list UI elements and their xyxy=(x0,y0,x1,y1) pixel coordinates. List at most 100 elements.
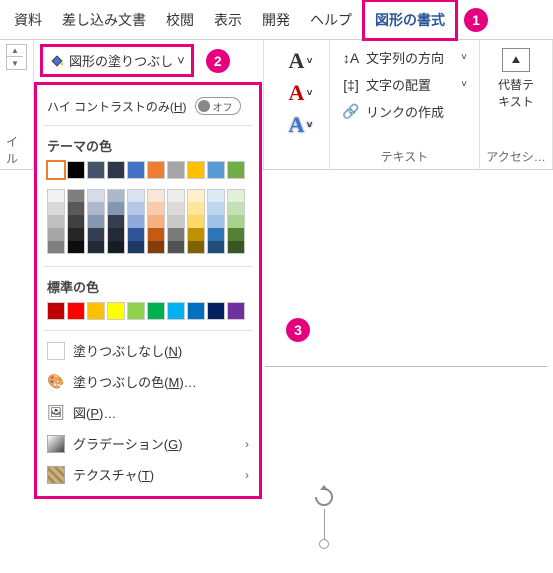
tab-developer[interactable]: 開発 xyxy=(252,2,300,38)
tab-view[interactable]: 表示 xyxy=(204,2,252,38)
color-swatch[interactable] xyxy=(127,302,145,320)
color-swatch[interactable] xyxy=(187,161,205,179)
color-swatch[interactable] xyxy=(227,241,245,254)
tab-references[interactable]: 資料 xyxy=(4,2,52,38)
color-swatch[interactable] xyxy=(127,228,145,241)
color-swatch[interactable] xyxy=(87,241,105,254)
picture-fill-item[interactable]: 🖼 図(P)… xyxy=(37,397,259,428)
color-swatch[interactable] xyxy=(67,202,85,215)
color-swatch[interactable] xyxy=(207,202,225,215)
color-swatch[interactable] xyxy=(187,215,205,228)
color-swatch[interactable] xyxy=(147,302,165,320)
color-swatch[interactable] xyxy=(167,302,185,320)
color-swatch[interactable] xyxy=(67,189,85,202)
color-swatch[interactable] xyxy=(207,161,225,179)
text-align-button[interactable]: [‡] 文字の配置 ˅ xyxy=(336,71,473,98)
wordart-a-effects-icon[interactable]: A˅ xyxy=(289,112,305,138)
color-swatch[interactable] xyxy=(147,215,165,228)
color-swatch[interactable] xyxy=(127,202,145,215)
color-swatch[interactable] xyxy=(127,241,145,254)
color-swatch[interactable] xyxy=(147,228,165,241)
color-swatch[interactable] xyxy=(207,189,225,202)
high-contrast-toggle[interactable]: オフ xyxy=(195,97,241,115)
color-swatch[interactable] xyxy=(47,215,65,228)
color-swatch[interactable] xyxy=(47,241,65,254)
color-swatch[interactable] xyxy=(167,202,185,215)
tab-help[interactable]: ヘルプ xyxy=(300,2,362,38)
shape-rotation-handle[interactable] xyxy=(312,485,336,549)
more-fill-colors-item[interactable]: 🎨 塗りつぶしの色(M)… xyxy=(37,366,259,397)
tab-shape-format[interactable]: 図形の書式 xyxy=(362,0,458,41)
color-swatch[interactable] xyxy=(87,202,105,215)
spinner[interactable]: ▲ ▼ xyxy=(6,44,27,70)
color-swatch[interactable] xyxy=(147,202,165,215)
color-swatch[interactable] xyxy=(47,302,65,320)
color-swatch[interactable] xyxy=(67,161,85,179)
wordart-a-outline-icon[interactable]: A˅ xyxy=(289,48,305,74)
color-swatch[interactable] xyxy=(67,228,85,241)
color-swatch[interactable] xyxy=(187,228,205,241)
color-swatch[interactable] xyxy=(227,302,245,320)
color-swatch[interactable] xyxy=(167,228,185,241)
color-swatch[interactable] xyxy=(107,228,125,241)
color-swatch[interactable] xyxy=(207,302,225,320)
color-swatch[interactable] xyxy=(227,202,245,215)
color-swatch[interactable] xyxy=(227,228,245,241)
alt-text-icon[interactable]: ⛰ xyxy=(502,48,530,72)
picture-icon: 🖼 xyxy=(47,404,65,422)
color-swatch[interactable] xyxy=(167,241,185,254)
color-swatch[interactable] xyxy=(87,302,105,320)
color-swatch[interactable] xyxy=(47,228,65,241)
color-swatch[interactable] xyxy=(107,161,125,179)
color-swatch[interactable] xyxy=(207,215,225,228)
color-swatch[interactable] xyxy=(47,202,65,215)
color-swatch[interactable] xyxy=(227,215,245,228)
wordart-a-fill-icon[interactable]: A˅ xyxy=(289,80,305,106)
color-swatch[interactable] xyxy=(67,215,85,228)
color-swatch[interactable] xyxy=(107,241,125,254)
color-swatch[interactable] xyxy=(187,202,205,215)
color-swatch[interactable] xyxy=(47,161,65,179)
color-swatch[interactable] xyxy=(187,241,205,254)
spinner-down-icon[interactable]: ▼ xyxy=(7,57,23,69)
color-swatch[interactable] xyxy=(87,215,105,228)
theme-color-grid xyxy=(37,185,259,262)
color-swatch[interactable] xyxy=(87,228,105,241)
color-swatch[interactable] xyxy=(167,215,185,228)
color-swatch[interactable] xyxy=(107,215,125,228)
color-swatch[interactable] xyxy=(167,161,185,179)
text-direction-button[interactable]: ↕A 文字列の方向 ˅ xyxy=(336,44,473,71)
color-swatch[interactable] xyxy=(147,241,165,254)
theme-colors-heading: テーマの色 xyxy=(37,130,259,159)
color-swatch[interactable] xyxy=(127,161,145,179)
no-fill-item[interactable]: 塗りつぶしなし(N) xyxy=(37,335,259,366)
color-swatch[interactable] xyxy=(47,189,65,202)
texture-fill-item[interactable]: テクスチャ(T) › xyxy=(37,459,259,490)
color-swatch[interactable] xyxy=(147,161,165,179)
color-swatch[interactable] xyxy=(207,241,225,254)
color-swatch[interactable] xyxy=(187,189,205,202)
color-swatch[interactable] xyxy=(207,228,225,241)
color-swatch[interactable] xyxy=(107,189,125,202)
color-swatch[interactable] xyxy=(187,302,205,320)
color-swatch[interactable] xyxy=(167,189,185,202)
color-swatch[interactable] xyxy=(127,215,145,228)
color-swatch[interactable] xyxy=(227,189,245,202)
color-swatch[interactable] xyxy=(87,189,105,202)
color-swatch[interactable] xyxy=(227,161,245,179)
color-swatch[interactable] xyxy=(67,302,85,320)
color-column xyxy=(127,189,145,254)
color-swatch[interactable] xyxy=(87,161,105,179)
color-swatch[interactable] xyxy=(147,189,165,202)
tab-mailings[interactable]: 差し込み文書 xyxy=(52,2,156,38)
color-swatch[interactable] xyxy=(107,302,125,320)
color-swatch[interactable] xyxy=(107,202,125,215)
spinner-up-icon[interactable]: ▲ xyxy=(7,45,23,57)
tab-review[interactable]: 校閲 xyxy=(156,2,204,38)
shape-anchor-dot[interactable] xyxy=(319,539,329,549)
color-swatch[interactable] xyxy=(67,241,85,254)
create-link-button[interactable]: 🔗 リンクの作成 xyxy=(336,98,473,125)
gradient-fill-item[interactable]: グラデーション(G) › xyxy=(37,428,259,459)
shape-fill-button[interactable]: 図形の塗りつぶし ˅ xyxy=(40,44,194,77)
color-swatch[interactable] xyxy=(127,189,145,202)
